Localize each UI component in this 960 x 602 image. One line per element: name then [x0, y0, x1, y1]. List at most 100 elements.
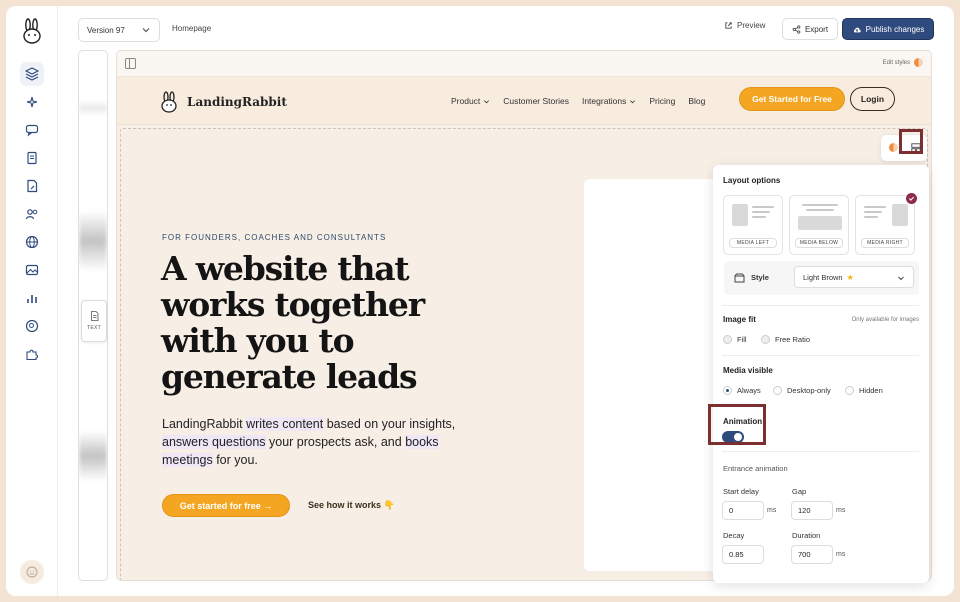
line	[864, 206, 886, 208]
sub-highlight: answers questions	[162, 435, 266, 449]
nav-product[interactable]: Product	[451, 96, 490, 106]
document-edit-icon[interactable]	[20, 174, 44, 198]
style-select[interactable]: Light Brown ★	[794, 266, 914, 288]
nav-blog[interactable]: Blog	[688, 96, 705, 106]
preview-button[interactable]: Preview	[724, 21, 765, 30]
nav-integrations[interactable]: Integrations	[582, 96, 636, 106]
style-row: Style Light Brown ★	[724, 261, 919, 295]
export-label: Export	[804, 24, 829, 34]
option-label: MEDIA RIGHT	[861, 238, 909, 248]
hero-eyebrow: FOR FOUNDERS, COACHES AND CONSULTANTS	[162, 233, 387, 242]
radio-icon	[761, 335, 770, 344]
chat-icon[interactable]	[20, 118, 44, 142]
selected-check-icon	[906, 193, 917, 204]
option-label: MEDIA BELOW	[795, 238, 843, 248]
see-how-link[interactable]: See how it works 👇	[308, 500, 395, 511]
start-delay-input[interactable]: 0	[722, 501, 764, 520]
analytics-icon[interactable]	[20, 286, 44, 310]
nav-label: Integrations	[581, 96, 627, 106]
nav-pricing[interactable]: Pricing	[649, 96, 675, 106]
globe-icon[interactable]	[20, 230, 44, 254]
sidebar-toggle-icon[interactable]	[125, 58, 136, 69]
image-icon[interactable]	[20, 258, 44, 282]
image-fit-free-ratio[interactable]: Free Ratio	[761, 335, 810, 344]
nav-label: Pricing	[649, 96, 676, 106]
chevron-down-icon	[142, 28, 150, 33]
rabbit-logo-icon[interactable]	[18, 18, 46, 46]
sub-highlight: writes content	[246, 417, 324, 431]
media-thumb	[732, 204, 748, 226]
radio-icon	[845, 386, 854, 395]
share-icon	[792, 24, 801, 34]
media-thumb	[798, 216, 842, 230]
hero-get-started-button[interactable]: Get started for free →	[162, 494, 290, 517]
users-icon[interactable]	[20, 202, 44, 226]
radio-label: Fill	[737, 335, 747, 344]
sparkles-icon[interactable]	[20, 90, 44, 114]
publish-button[interactable]: Publish changes	[842, 18, 934, 40]
get-started-button[interactable]: Get Started for Free	[739, 87, 845, 111]
chevron-down-icon	[630, 99, 636, 103]
radio-label: Desktop-only	[787, 386, 831, 395]
hero-subtext[interactable]: LandingRabbit writes content based on yo…	[162, 415, 462, 469]
chevron-down-icon	[898, 276, 904, 281]
canvas-toolbar: Edit styles	[117, 51, 931, 77]
text-block-chip[interactable]: TEXT	[81, 300, 107, 342]
edit-styles-button[interactable]: Edit styles	[883, 58, 923, 67]
app-window: Version 97 Homepage Preview Export Publi…	[6, 6, 954, 596]
option-media-below[interactable]: MEDIA BELOW	[789, 195, 849, 255]
entrance-animation-title: Entrance animation	[723, 464, 788, 473]
pages-icon[interactable]	[20, 146, 44, 170]
nav-customer-stories[interactable]: Customer Stories	[503, 96, 569, 106]
image-fit-title: Image fit	[723, 315, 756, 324]
media-visible-desktop-only[interactable]: Desktop-only	[773, 386, 831, 395]
site-brand[interactable]: LandingRabbit	[157, 91, 287, 113]
duration-label: Duration	[792, 531, 821, 540]
image-fit-fill[interactable]: Fill	[723, 335, 747, 344]
sub-text: your prospects ask, and	[265, 435, 406, 449]
option-media-left[interactable]: MEDIA LEFT	[723, 195, 783, 255]
line	[752, 216, 766, 218]
duration-input[interactable]: 700	[791, 545, 833, 564]
divider	[722, 451, 919, 452]
ms-unit: ms	[836, 507, 846, 514]
nav-label: Customer Stories	[503, 96, 569, 106]
line	[806, 209, 834, 211]
breadcrumb[interactable]: Homepage	[172, 24, 211, 33]
decay-label: Decay	[723, 531, 745, 540]
palette-icon	[914, 58, 923, 67]
media-visible-hidden[interactable]: Hidden	[845, 386, 883, 395]
login-button[interactable]: Login	[850, 87, 895, 111]
hero-headline[interactable]: A website that works together with you t…	[161, 251, 461, 395]
line	[752, 211, 770, 213]
rabbit-logo-icon	[161, 91, 177, 113]
gap-input[interactable]: 120	[791, 501, 833, 520]
layers-icon[interactable]	[20, 62, 44, 86]
site-nav-links: Product Customer Stories Integrations Pr…	[451, 96, 705, 106]
edit-styles-label: Edit styles	[882, 59, 910, 66]
radio-icon	[773, 386, 782, 395]
search-icon[interactable]	[20, 314, 44, 338]
smiley-icon[interactable]	[20, 560, 44, 584]
export-button[interactable]: Export	[782, 18, 838, 40]
media-visible-always[interactable]: Always	[723, 386, 761, 395]
gap-label: Gap	[792, 487, 807, 496]
thumbnail-blur	[79, 101, 107, 115]
radio-label: Free Ratio	[775, 335, 811, 344]
left-rail	[6, 6, 58, 596]
radio-label: Hidden	[859, 386, 883, 395]
style-value: Light Brown	[803, 272, 843, 282]
sub-text: for you.	[212, 453, 258, 467]
preview-label: Preview	[737, 21, 766, 30]
option-media-right[interactable]: MEDIA RIGHT	[855, 195, 915, 255]
version-select[interactable]: Version 97	[78, 18, 160, 42]
hero-media-placeholder[interactable]	[584, 179, 724, 571]
decay-input[interactable]: 0.85	[722, 545, 764, 564]
top-bar: Version 97 Homepage Preview Export Publi…	[58, 6, 954, 52]
puzzle-icon[interactable]	[20, 342, 44, 366]
palette-icon[interactable]	[889, 143, 898, 152]
media-visible-title: Media visible	[723, 366, 773, 375]
sub-text: LandingRabbit	[162, 417, 247, 431]
radio-icon	[723, 386, 732, 395]
animation-highlight	[708, 404, 766, 445]
